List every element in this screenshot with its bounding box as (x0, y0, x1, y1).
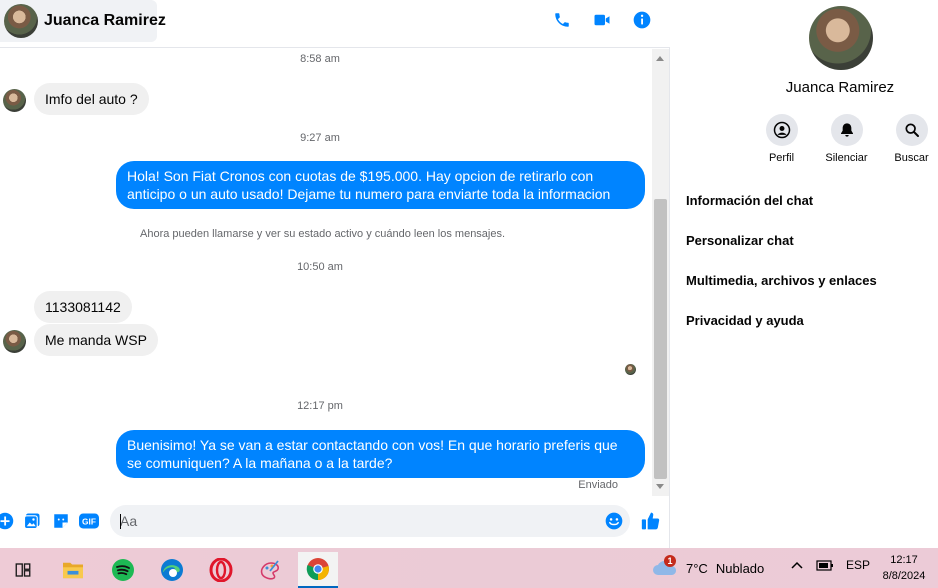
mute-button-circle[interactable] (830, 114, 863, 146)
profile-icon (773, 121, 790, 139)
gif-icon: GIF (79, 513, 99, 529)
plus-icon (0, 512, 14, 530)
video-call-button[interactable] (592, 9, 612, 31)
gif-button[interactable]: GIF (79, 511, 99, 531)
weather-temperature: 7°C (686, 560, 708, 576)
conversation-info-panel: Juanca Ramirez Perfil Silenciar Buscar I… (671, 0, 938, 548)
incoming-message[interactable]: 1133081142 (34, 291, 132, 323)
screen: Juanca Ramirez 8:58 am Imfo del auto ? 9… (0, 0, 938, 588)
gif-label: GIF (82, 517, 96, 527)
phone-icon (555, 13, 569, 27)
timestamp: 10:50 am (297, 261, 343, 273)
windows-taskbar: 7°C Nublado ESP 12:17 8/8/2024 (0, 548, 938, 588)
menu-item-media-files-links[interactable]: Multimedia, archivos y enlaces (686, 273, 877, 313)
profile-label: Perfil (768, 152, 795, 164)
task-view-icon (15, 563, 31, 577)
chat-header: Juanca Ramirez (0, 0, 670, 48)
search-button-circle[interactable] (895, 114, 928, 146)
attach-photo-button[interactable] (22, 511, 42, 531)
sticker-icon (54, 514, 68, 528)
taskbar-file-explorer[interactable] (53, 552, 93, 588)
chat-pane: Juanca Ramirez 8:58 am Imfo del auto ? 9… (0, 0, 670, 548)
paint-icon (260, 560, 279, 580)
contact-header-button[interactable]: Juanca Ramirez (0, 0, 166, 42)
edge-icon (161, 559, 183, 581)
clock-time: 12:17 (890, 554, 918, 566)
search-label: Buscar (894, 152, 929, 164)
message-input[interactable] (110, 505, 630, 537)
contact-name: Juanca Ramirez (44, 12, 166, 29)
taskbar-clock[interactable]: 12:17 8/8/2024 (874, 552, 934, 584)
profile-button-circle[interactable] (765, 114, 798, 146)
chevron-up-icon[interactable] (790, 559, 804, 571)
weather-notification-badge: 1 (664, 555, 676, 567)
taskbar-paint[interactable] (250, 552, 290, 588)
photo-icon (23, 513, 40, 530)
message-status: Enviado (578, 479, 618, 491)
scrollbar-thumb[interactable] (654, 199, 667, 479)
message-avatar[interactable] (3, 89, 26, 112)
incoming-message[interactable]: Imfo del auto ? (34, 83, 149, 115)
spotify-icon (112, 559, 134, 581)
chrome-icon (306, 558, 329, 581)
scroll-down-arrow-icon[interactable] (656, 484, 664, 489)
emoji-button[interactable] (604, 511, 624, 531)
menu-item-customize-chat[interactable]: Personalizar chat (686, 233, 877, 273)
weather-condition: Nublado (715, 560, 765, 576)
menu-item-chat-info[interactable]: Información del chat (686, 193, 877, 233)
mute-button[interactable]: Silenciar (814, 114, 879, 164)
profile-name: Juanca Ramirez (785, 79, 895, 96)
conversation-info-button[interactable] (632, 9, 652, 31)
sticker-button[interactable] (51, 511, 71, 531)
text-cursor (120, 514, 121, 529)
system-notice: Ahora pueden llamarse y ver su estado ac… (140, 228, 506, 240)
outgoing-message[interactable]: Buenisimo! Ya se van a estar contactando… (116, 430, 645, 478)
taskbar-task-view[interactable] (3, 552, 43, 588)
emoji-icon (605, 512, 623, 530)
message-list[interactable]: 8:58 am Imfo del auto ? 9:27 am Hola! So… (0, 49, 652, 496)
video-icon (594, 14, 610, 26)
contact-avatar (4, 4, 38, 38)
timestamp: 12:17 pm (297, 400, 343, 412)
mute-label: Silenciar (825, 152, 868, 164)
taskbar-spotify[interactable] (103, 552, 143, 588)
incoming-message[interactable]: Me manda WSP (34, 324, 158, 356)
like-icon (641, 512, 660, 530)
clock-date: 8/8/2024 (882, 570, 926, 582)
menu-item-privacy-help[interactable]: Privacidad y ayuda (686, 313, 877, 353)
scroll-up-arrow-icon[interactable] (656, 56, 664, 61)
more-actions-button[interactable] (0, 511, 15, 531)
battery-network-icon[interactable] (816, 558, 834, 572)
outgoing-message[interactable]: Hola! Son Fiat Cronos con cuotas de $195… (116, 161, 645, 209)
message-scrollbar[interactable] (652, 49, 669, 496)
timestamp: 9:27 am (300, 132, 340, 144)
info-icon (633, 11, 651, 29)
language-indicator[interactable]: ESP (846, 558, 870, 572)
send-like-button[interactable] (641, 511, 661, 531)
bell-icon (840, 123, 853, 137)
read-receipt-avatar (625, 364, 636, 375)
composer: GIF (0, 500, 670, 544)
profile-button[interactable]: Perfil (749, 114, 814, 164)
profile-actions: Perfil Silenciar Buscar (749, 114, 938, 164)
taskbar-chrome[interactable] (298, 552, 338, 588)
header-actions (552, 9, 652, 31)
taskbar-edge[interactable] (152, 552, 192, 588)
system-tray: ESP (790, 558, 870, 572)
file-explorer-icon (63, 562, 83, 579)
search-in-conversation-button[interactable]: Buscar (879, 114, 938, 164)
search-icon (904, 123, 919, 137)
message-avatar[interactable] (3, 330, 26, 353)
opera-icon (209, 558, 233, 582)
info-menu: Información del chat Personalizar chat M… (686, 193, 877, 353)
taskbar-opera[interactable] (201, 552, 241, 588)
timestamp: 8:58 am (300, 53, 340, 65)
voice-call-button[interactable] (552, 9, 572, 31)
profile-avatar[interactable] (809, 6, 873, 70)
